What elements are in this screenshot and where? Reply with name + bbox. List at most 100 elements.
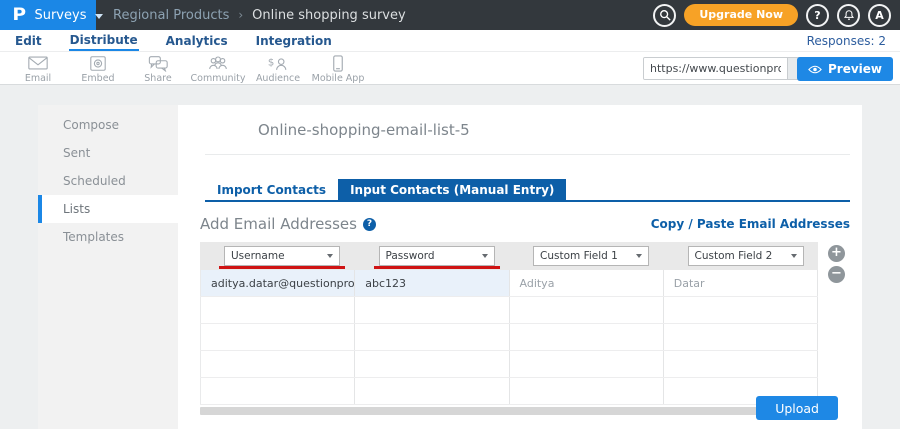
product-switcher[interactable]: P Surveys bbox=[0, 0, 96, 30]
column-field-select-password[interactable]: Password bbox=[379, 246, 495, 266]
upgrade-now-button[interactable]: Upgrade Now bbox=[684, 4, 798, 26]
column-header-2: Password bbox=[355, 242, 510, 270]
survey-url-input[interactable] bbox=[644, 58, 787, 79]
distribute-toolbar: Email Embed Share Community $ Audience M… bbox=[0, 52, 900, 85]
bell-icon bbox=[843, 9, 855, 21]
section-title: Add Email Addresses bbox=[200, 215, 357, 233]
preview-button[interactable]: Preview bbox=[797, 57, 893, 81]
toolbar-item-embed[interactable]: Embed bbox=[68, 54, 128, 84]
tab-integration[interactable]: Integration bbox=[255, 32, 333, 50]
sidebar-item-sent[interactable]: Sent bbox=[38, 139, 178, 167]
survey-nav: Edit Distribute Analytics Integration Re… bbox=[0, 30, 900, 52]
column-header-4: Custom Field 2 bbox=[664, 242, 819, 270]
tab-input-contacts-manual-entry[interactable]: Input Contacts (Manual Entry) bbox=[338, 179, 566, 200]
share-icon bbox=[148, 54, 169, 72]
questionpro-logo-icon: P bbox=[12, 5, 26, 25]
community-icon bbox=[207, 54, 229, 72]
upload-button[interactable]: Upload bbox=[756, 396, 838, 420]
table-row bbox=[200, 378, 818, 405]
column-field-select-username[interactable]: Username bbox=[224, 246, 340, 266]
cell-custom-1[interactable] bbox=[510, 351, 664, 377]
contacts-tabs: Import Contacts Input Contacts (Manual E… bbox=[205, 179, 850, 202]
add-row-button[interactable]: + bbox=[828, 245, 845, 262]
toolbar-item-mobile-app[interactable]: Mobile App bbox=[308, 54, 368, 84]
cell-password[interactable] bbox=[355, 297, 509, 323]
cell-email[interactable] bbox=[200, 297, 355, 323]
cell-email[interactable] bbox=[200, 324, 355, 350]
avatar[interactable]: A bbox=[868, 4, 891, 27]
toolbar-item-audience[interactable]: $ Audience bbox=[248, 54, 308, 84]
tab-analytics[interactable]: Analytics bbox=[165, 32, 229, 50]
tab-distribute[interactable]: Distribute bbox=[69, 31, 139, 51]
help-button[interactable]: ? bbox=[806, 4, 829, 27]
table-row bbox=[200, 324, 818, 351]
mobile-app-icon bbox=[332, 54, 344, 72]
add-emails-header-row: Add Email Addresses ? Copy / Paste Email… bbox=[200, 215, 850, 233]
email-list-title: Online-shopping-email-list-5 bbox=[258, 121, 862, 139]
cell-custom-2[interactable]: Datar bbox=[664, 270, 818, 296]
column-field-select-custom-field-2[interactable]: Custom Field 2 bbox=[688, 246, 804, 266]
notifications-button[interactable] bbox=[837, 4, 860, 27]
search-icon bbox=[659, 9, 671, 21]
horizontal-scrollbar[interactable] bbox=[200, 407, 818, 415]
table-row bbox=[200, 297, 818, 324]
cell-custom-1[interactable] bbox=[510, 324, 664, 350]
title-divider bbox=[205, 154, 850, 155]
cell-custom-1[interactable] bbox=[510, 378, 664, 404]
chevron-down-icon bbox=[791, 254, 797, 258]
cell-email[interactable]: aditya.datar@questionpro.com bbox=[200, 270, 355, 296]
sidebar-item-compose[interactable]: Compose bbox=[38, 111, 178, 139]
column-field-select-custom-field-1[interactable]: Custom Field 1 bbox=[533, 246, 649, 266]
product-name: Surveys bbox=[34, 8, 86, 23]
sidebar-item-scheduled[interactable]: Scheduled bbox=[38, 167, 178, 195]
toolbar-item-community[interactable]: Community bbox=[188, 54, 248, 84]
survey-url-group: ✎ bbox=[643, 57, 818, 80]
required-field-underline bbox=[219, 266, 345, 269]
required-field-underline bbox=[374, 266, 500, 269]
eye-icon bbox=[808, 65, 822, 74]
cell-password[interactable] bbox=[355, 324, 509, 350]
chevron-down-icon bbox=[327, 254, 333, 258]
contacts-table: Username Password Custom Field 1 bbox=[200, 242, 818, 415]
column-header-3: Custom Field 1 bbox=[509, 242, 664, 270]
help-tooltip-icon[interactable]: ? bbox=[363, 218, 376, 231]
topbar: P Surveys Regional Products › Online sho… bbox=[0, 0, 900, 30]
breadcrumb-folder[interactable]: Regional Products bbox=[113, 8, 229, 23]
toolbar-item-email[interactable]: Email bbox=[8, 54, 68, 84]
email-icon bbox=[27, 54, 49, 72]
chevron-down-icon bbox=[95, 14, 103, 19]
remove-row-button[interactable]: − bbox=[828, 266, 845, 283]
cell-custom-1[interactable]: Aditya bbox=[510, 270, 664, 296]
breadcrumb-survey-name: Online shopping survey bbox=[252, 8, 406, 23]
embed-icon bbox=[89, 54, 107, 72]
cell-password[interactable]: abc123 bbox=[355, 270, 509, 296]
topbar-actions: Upgrade Now ? A bbox=[653, 0, 891, 30]
sidebar-item-templates[interactable]: Templates bbox=[38, 223, 178, 251]
chevron-down-icon bbox=[636, 254, 642, 258]
cell-password[interactable] bbox=[355, 351, 509, 377]
responses-count[interactable]: Responses: 2 bbox=[807, 34, 886, 48]
contacts-table-header: Username Password Custom Field 1 bbox=[200, 242, 818, 270]
table-row: aditya.datar@questionpro.com abc123 Adit… bbox=[200, 270, 818, 297]
tab-edit[interactable]: Edit bbox=[14, 32, 43, 50]
cell-custom-2[interactable] bbox=[664, 297, 818, 323]
cell-custom-2[interactable] bbox=[664, 351, 818, 377]
table-row bbox=[200, 351, 818, 378]
cell-password[interactable] bbox=[355, 378, 509, 404]
cell-email[interactable] bbox=[200, 351, 355, 377]
toolbar-item-share[interactable]: Share bbox=[128, 54, 188, 84]
copy-paste-email-addresses-link[interactable]: Copy / Paste Email Addresses bbox=[651, 217, 850, 231]
row-controls: + − bbox=[828, 245, 845, 283]
sidebar-item-lists[interactable]: Lists bbox=[38, 195, 178, 223]
column-header-1: Username bbox=[200, 242, 355, 270]
search-button[interactable] bbox=[653, 4, 676, 27]
tab-import-contacts[interactable]: Import Contacts bbox=[205, 179, 338, 200]
cell-custom-1[interactable] bbox=[510, 297, 664, 323]
chevron-down-icon bbox=[482, 254, 488, 258]
main-panel: Online-shopping-email-list-5 Import Cont… bbox=[178, 105, 862, 429]
cell-custom-2[interactable] bbox=[664, 324, 818, 350]
svg-text:$: $ bbox=[268, 57, 274, 68]
audience-icon: $ bbox=[267, 54, 289, 72]
cell-email[interactable] bbox=[200, 378, 355, 404]
distribute-sidebar: Compose Sent Scheduled Lists Templates bbox=[38, 105, 178, 429]
